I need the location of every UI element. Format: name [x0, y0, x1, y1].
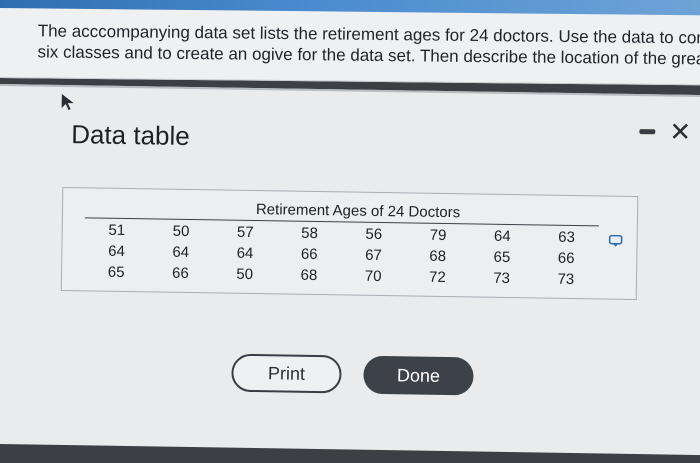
table-cell: 66	[300, 245, 318, 264]
table-cell: 64	[493, 227, 511, 246]
dialog-buttons: Print Done	[231, 353, 474, 396]
data-table: Retirement Ages of 24 Doctors 51 50 57 5…	[60, 186, 639, 301]
table-cell: 68	[429, 247, 447, 266]
table-cell: 51	[108, 221, 126, 239]
table-cell: 65	[107, 263, 125, 281]
data-table-dialog: Data table ✕ Retirement Ages of 24 Docto…	[0, 84, 700, 456]
print-button[interactable]: Print	[231, 353, 342, 394]
table-cell: 50	[172, 222, 190, 240]
minimize-button[interactable]	[639, 128, 656, 134]
done-button[interactable]: Done	[363, 355, 474, 396]
table-cell: 65	[493, 248, 511, 267]
table-cell: 66	[557, 249, 575, 268]
window-controls: ✕	[639, 117, 691, 147]
table-cell: 64	[108, 242, 125, 260]
table-cell: 50	[236, 265, 254, 283]
table-cell: 79	[429, 226, 447, 245]
table-cell: 72	[428, 268, 446, 287]
table-cell: 63	[558, 228, 576, 247]
table-cell: 58	[301, 224, 319, 243]
table-cell: 73	[493, 269, 511, 288]
table-cell: 57	[236, 223, 254, 242]
table-title: Retirement Ages of 24 Doctors	[255, 201, 461, 222]
table-cell: 64	[236, 244, 254, 262]
dialog-title: Data table	[70, 119, 190, 151]
table-grid: 51 50 57 58 56 79 64 63 64 64 64 66 67 6…	[84, 220, 599, 289]
copy-icon[interactable]	[608, 234, 623, 247]
mouse-cursor-icon	[61, 93, 74, 111]
table-cell: 66	[171, 264, 189, 282]
question-panel: The acccompanying data set lists the ret…	[0, 8, 700, 86]
table-cell: 70	[364, 267, 382, 286]
table-cell: 67	[365, 246, 382, 265]
table-cell: 56	[365, 225, 383, 244]
table-cell: 73	[557, 270, 575, 289]
table-cell: 68	[300, 266, 318, 285]
close-button[interactable]: ✕	[669, 117, 691, 147]
table-cell: 64	[172, 243, 190, 261]
